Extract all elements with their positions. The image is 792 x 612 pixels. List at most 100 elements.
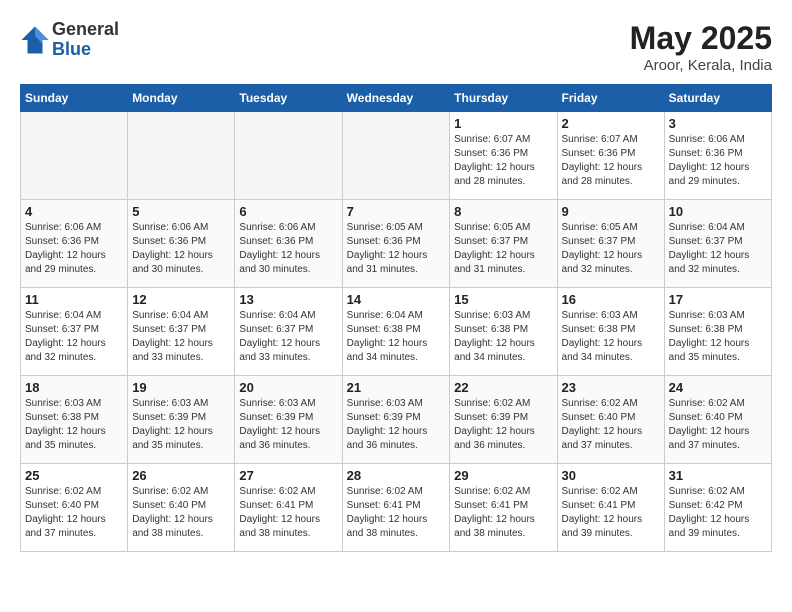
day-info: Sunrise: 6:03 AM Sunset: 6:38 PM Dayligh… (669, 309, 767, 365)
calendar-cell: 8 Sunrise: 6:05 AM Sunset: 6:37 PM Daylig… (450, 200, 557, 288)
calendar-week-2: 4 Sunrise: 6:06 AM Sunset: 6:36 PM Daylig… (21, 200, 772, 288)
logo-general: General (52, 20, 119, 40)
logo-blue: Blue (52, 40, 119, 60)
day-info: Sunrise: 6:07 AM Sunset: 6:36 PM Dayligh… (562, 133, 660, 189)
weekday-header-sunday: Sunday (21, 85, 128, 112)
logo-icon (20, 25, 50, 55)
day-number: 9 (562, 204, 660, 219)
calendar-cell: 3 Sunrise: 6:06 AM Sunset: 6:36 PM Daylig… (664, 112, 771, 200)
day-info: Sunrise: 6:04 AM Sunset: 6:37 PM Dayligh… (132, 309, 230, 365)
day-number: 15 (454, 292, 552, 307)
day-number: 13 (239, 292, 337, 307)
day-number: 23 (562, 380, 660, 395)
calendar-cell (128, 112, 235, 200)
day-info: Sunrise: 6:05 AM Sunset: 6:37 PM Dayligh… (454, 221, 552, 277)
calendar-cell: 15 Sunrise: 6:03 AM Sunset: 6:38 PM Dayli… (450, 288, 557, 376)
calendar-table: SundayMondayTuesdayWednesdayThursdayFrid… (20, 84, 772, 552)
calendar-cell: 4 Sunrise: 6:06 AM Sunset: 6:36 PM Daylig… (21, 200, 128, 288)
calendar-week-1: 1Sunrise: 6:07 AM Sunset: 6:36 PM Daylig… (21, 112, 772, 200)
weekday-header-thursday: Thursday (450, 85, 557, 112)
weekday-header-tuesday: Tuesday (235, 85, 342, 112)
calendar-cell: 13 Sunrise: 6:04 AM Sunset: 6:37 PM Dayli… (235, 288, 342, 376)
day-number: 20 (239, 380, 337, 395)
day-number: 5 (132, 204, 230, 219)
day-number: 2 (562, 116, 660, 131)
calendar-cell: 14 Sunrise: 6:04 AM Sunset: 6:38 PM Dayli… (342, 288, 450, 376)
calendar-cell: 7Sunrise: 6:05 AM Sunset: 6:36 PM Daylig… (342, 200, 450, 288)
calendar-week-3: 11 Sunrise: 6:04 AM Sunset: 6:37 PM Dayli… (21, 288, 772, 376)
calendar-cell: 1Sunrise: 6:07 AM Sunset: 6:36 PM Daylig… (450, 112, 557, 200)
day-info: Sunrise: 6:03 AM Sunset: 6:39 PM Dayligh… (347, 397, 446, 453)
weekday-header-saturday: Saturday (664, 85, 771, 112)
day-info: Sunrise: 6:04 AM Sunset: 6:37 PM Dayligh… (239, 309, 337, 365)
day-info: Sunrise: 6:06 AM Sunset: 6:36 PM Dayligh… (25, 221, 123, 277)
day-info: Sunrise: 6:07 AM Sunset: 6:36 PM Dayligh… (454, 133, 552, 189)
day-info: Sunrise: 6:02 AM Sunset: 6:40 PM Dayligh… (132, 485, 230, 541)
day-number: 21 (347, 380, 446, 395)
day-number: 8 (454, 204, 552, 219)
day-number: 18 (25, 380, 123, 395)
day-number: 25 (25, 468, 123, 483)
calendar-cell: 2 Sunrise: 6:07 AM Sunset: 6:36 PM Daylig… (557, 112, 664, 200)
calendar-cell: 19Sunrise: 6:03 AM Sunset: 6:39 PM Dayli… (128, 376, 235, 464)
calendar-cell: 9 Sunrise: 6:05 AM Sunset: 6:37 PM Daylig… (557, 200, 664, 288)
calendar-cell: 23 Sunrise: 6:02 AM Sunset: 6:40 PM Dayli… (557, 376, 664, 464)
day-info: Sunrise: 6:02 AM Sunset: 6:41 PM Dayligh… (239, 485, 337, 541)
day-number: 26 (132, 468, 230, 483)
day-info: Sunrise: 6:03 AM Sunset: 6:38 PM Dayligh… (25, 397, 123, 453)
calendar-cell: 20 Sunrise: 6:03 AM Sunset: 6:39 PM Dayli… (235, 376, 342, 464)
day-info: Sunrise: 6:05 AM Sunset: 6:36 PM Dayligh… (347, 221, 446, 277)
day-info: Sunrise: 6:05 AM Sunset: 6:37 PM Dayligh… (562, 221, 660, 277)
day-info: Sunrise: 6:02 AM Sunset: 6:41 PM Dayligh… (454, 485, 552, 541)
calendar-cell: 17 Sunrise: 6:03 AM Sunset: 6:38 PM Dayli… (664, 288, 771, 376)
day-number: 29 (454, 468, 552, 483)
day-number: 22 (454, 380, 552, 395)
day-info: Sunrise: 6:02 AM Sunset: 6:41 PM Dayligh… (347, 485, 446, 541)
day-info: Sunrise: 6:02 AM Sunset: 6:41 PM Dayligh… (562, 485, 660, 541)
day-info: Sunrise: 6:02 AM Sunset: 6:42 PM Dayligh… (669, 485, 767, 541)
calendar-cell: 22 Sunrise: 6:02 AM Sunset: 6:39 PM Dayli… (450, 376, 557, 464)
day-info: Sunrise: 6:06 AM Sunset: 6:36 PM Dayligh… (132, 221, 230, 277)
day-number: 3 (669, 116, 767, 131)
location: Aroor, Kerala, India (630, 57, 772, 74)
day-number: 16 (562, 292, 660, 307)
month-title: May 2025 (630, 20, 772, 57)
day-number: 14 (347, 292, 446, 307)
calendar-cell: 28Sunrise: 6:02 AM Sunset: 6:41 PM Dayli… (342, 464, 450, 552)
page-header: General Blue May 2025 Aroor, Kerala, Ind… (20, 20, 772, 74)
calendar-cell: 29 Sunrise: 6:02 AM Sunset: 6:41 PM Dayli… (450, 464, 557, 552)
day-number: 6 (239, 204, 337, 219)
calendar-cell: 30 Sunrise: 6:02 AM Sunset: 6:41 PM Dayli… (557, 464, 664, 552)
calendar-cell: 5 Sunrise: 6:06 AM Sunset: 6:36 PM Daylig… (128, 200, 235, 288)
day-number: 24 (669, 380, 767, 395)
day-number: 31 (669, 468, 767, 483)
day-info: Sunrise: 6:02 AM Sunset: 6:40 PM Dayligh… (25, 485, 123, 541)
day-info: Sunrise: 6:03 AM Sunset: 6:39 PM Dayligh… (239, 397, 337, 453)
day-info: Sunrise: 6:06 AM Sunset: 6:36 PM Dayligh… (669, 133, 767, 189)
day-number: 4 (25, 204, 123, 219)
calendar-cell: 21 Sunrise: 6:03 AM Sunset: 6:39 PM Dayli… (342, 376, 450, 464)
weekday-header-row: SundayMondayTuesdayWednesdayThursdayFrid… (21, 85, 772, 112)
calendar-cell: 10 Sunrise: 6:04 AM Sunset: 6:37 PM Dayli… (664, 200, 771, 288)
calendar-cell: 12Sunrise: 6:04 AM Sunset: 6:37 PM Dayli… (128, 288, 235, 376)
day-info: Sunrise: 6:02 AM Sunset: 6:40 PM Dayligh… (669, 397, 767, 453)
day-info: Sunrise: 6:06 AM Sunset: 6:36 PM Dayligh… (239, 221, 337, 277)
calendar-cell: 25 Sunrise: 6:02 AM Sunset: 6:40 PM Dayli… (21, 464, 128, 552)
calendar-cell: 26 Sunrise: 6:02 AM Sunset: 6:40 PM Dayli… (128, 464, 235, 552)
day-info: Sunrise: 6:02 AM Sunset: 6:39 PM Dayligh… (454, 397, 552, 453)
day-info: Sunrise: 6:02 AM Sunset: 6:40 PM Dayligh… (562, 397, 660, 453)
day-number: 17 (669, 292, 767, 307)
day-info: Sunrise: 6:03 AM Sunset: 6:38 PM Dayligh… (454, 309, 552, 365)
calendar-cell: 11 Sunrise: 6:04 AM Sunset: 6:37 PM Dayli… (21, 288, 128, 376)
day-number: 11 (25, 292, 123, 307)
day-number: 30 (562, 468, 660, 483)
day-number: 10 (669, 204, 767, 219)
logo-text: General Blue (52, 20, 119, 60)
day-number: 27 (239, 468, 337, 483)
calendar-cell: 6 Sunrise: 6:06 AM Sunset: 6:36 PM Daylig… (235, 200, 342, 288)
day-info: Sunrise: 6:04 AM Sunset: 6:37 PM Dayligh… (25, 309, 123, 365)
title-block: May 2025 Aroor, Kerala, India (630, 20, 772, 74)
calendar-week-4: 18 Sunrise: 6:03 AM Sunset: 6:38 PM Dayli… (21, 376, 772, 464)
day-info: Sunrise: 6:04 AM Sunset: 6:38 PM Dayligh… (347, 309, 446, 365)
day-info: Sunrise: 6:04 AM Sunset: 6:37 PM Dayligh… (669, 221, 767, 277)
